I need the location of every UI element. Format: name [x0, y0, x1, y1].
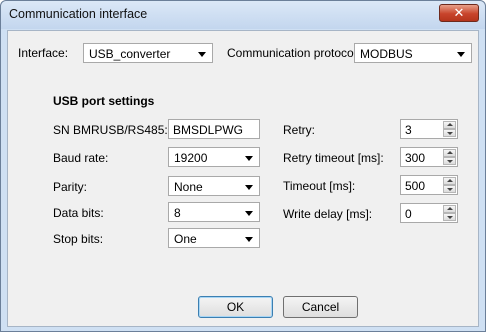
spin-down-icon[interactable] — [443, 185, 456, 193]
chevron-down-icon — [457, 52, 465, 57]
protocol-dropdown[interactable]: MODBUS — [354, 43, 472, 63]
baud-rate-label: Baud rate: — [53, 151, 109, 165]
stop-bits-label: Stop bits: — [53, 232, 104, 246]
chevron-down-icon — [198, 52, 206, 57]
write-delay-label: Write delay [ms]: — [283, 207, 373, 221]
sn-input[interactable]: BMSDLPWG — [168, 119, 260, 139]
usb-settings-heading: USB port settings — [53, 94, 155, 108]
chevron-down-icon — [245, 237, 253, 242]
retry-timeout-label: Retry timeout [ms]: — [283, 151, 384, 165]
window-title: Communication interface — [9, 7, 148, 21]
spin-down-icon[interactable] — [443, 129, 456, 137]
chevron-down-icon — [245, 185, 253, 190]
data-bits-label: Data bits: — [53, 206, 104, 220]
baud-rate-dropdown[interactable]: 19200 — [168, 147, 260, 167]
retry-timeout-spinner[interactable]: 300 — [400, 147, 458, 167]
interface-value: USB_converter — [89, 47, 171, 61]
spin-up-icon[interactable] — [443, 205, 456, 213]
retry-value: 3 — [405, 123, 412, 137]
parity-value: None — [174, 180, 203, 194]
timeout-label: Timeout [ms]: — [283, 179, 356, 193]
close-button[interactable]: ✕ — [439, 4, 479, 22]
retry-spinner[interactable]: 3 — [400, 119, 458, 139]
retry-timeout-value: 300 — [405, 151, 426, 165]
retry-label: Retry: — [283, 123, 316, 137]
dialog-window: Communication interface ✕ Interface: USB… — [0, 0, 486, 332]
interface-dropdown[interactable]: USB_converter — [83, 43, 213, 63]
timeout-spinner[interactable]: 500 — [400, 175, 458, 195]
data-bits-dropdown[interactable]: 8 — [168, 202, 260, 222]
write-delay-spinner[interactable]: 0 — [400, 203, 458, 223]
spin-down-icon[interactable] — [443, 213, 456, 221]
interface-label: Interface: — [18, 46, 69, 60]
spin-up-icon[interactable] — [443, 121, 456, 129]
sn-value: BMSDLPWG — [173, 123, 244, 137]
timeout-value: 500 — [405, 179, 426, 193]
spin-up-icon[interactable] — [443, 149, 456, 157]
spin-up-icon[interactable] — [443, 177, 456, 185]
stop-bits-dropdown[interactable]: One — [168, 228, 260, 248]
close-icon: ✕ — [453, 5, 465, 20]
baud-rate-value: 19200 — [174, 151, 208, 165]
cancel-button[interactable]: Cancel — [283, 296, 358, 318]
title-bar[interactable]: Communication interface ✕ — [1, 1, 485, 29]
stop-bits-value: One — [174, 232, 197, 246]
parity-label: Parity: — [53, 180, 88, 194]
parity-dropdown[interactable]: None — [168, 176, 260, 196]
dialog-client-area: Interface: USB_converter Communication p… — [7, 30, 479, 327]
data-bits-value: 8 — [174, 206, 181, 220]
protocol-label: Communication protocol: — [227, 46, 360, 60]
sn-label: SN BMRUSB/RS485: — [53, 123, 168, 137]
chevron-down-icon — [245, 211, 253, 216]
protocol-value: MODBUS — [360, 47, 413, 61]
ok-button[interactable]: OK — [198, 296, 273, 318]
spin-down-icon[interactable] — [443, 157, 456, 165]
write-delay-value: 0 — [405, 207, 412, 221]
chevron-down-icon — [245, 156, 253, 161]
